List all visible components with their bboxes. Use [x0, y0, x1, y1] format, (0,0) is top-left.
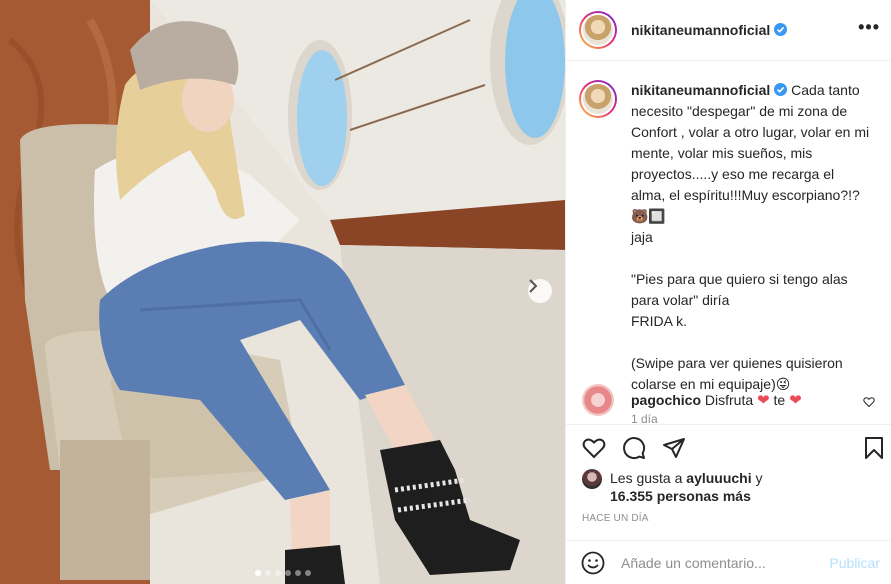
likes-text: Les gusta a ayluuuchi y 16.355 personas …	[610, 470, 763, 504]
post-date[interactable]: HACE UN DÍA	[582, 513, 649, 524]
heart-emoji-2: ❤	[789, 392, 802, 409]
comment-text-2: te	[773, 392, 786, 408]
instagram-post: nikitaneumannoficial ••• nikitaneumannof…	[0, 0, 891, 584]
comment-bubble-icon[interactable]	[622, 436, 646, 460]
bookmark-icon[interactable]	[862, 436, 886, 460]
chevron-right-icon	[529, 279, 538, 293]
heart-emoji: ❤	[757, 392, 770, 409]
carousel-dot	[304, 570, 311, 576]
verified-badge-icon	[774, 83, 788, 96]
verified-badge-icon	[774, 23, 788, 36]
post-actions: Les gusta a ayluuuchi y 16.355 personas …	[566, 424, 891, 524]
author-avatar[interactable]	[579, 11, 617, 49]
action-icons	[566, 425, 891, 469]
author-username[interactable]: nikitaneumannoficial	[631, 22, 788, 38]
post-photo[interactable]	[0, 0, 565, 584]
comment-item: pagochico Disfruta ❤ te ❤	[579, 384, 879, 416]
liker-avatar[interactable]	[582, 469, 602, 489]
post-header: nikitaneumannoficial •••	[566, 0, 891, 61]
caption-avatar[interactable]	[579, 80, 617, 118]
heart-icon[interactable]	[582, 436, 606, 460]
likes-count[interactable]: 16.355 personas más	[610, 488, 751, 504]
photo-image	[0, 0, 565, 584]
caption-username[interactable]: nikitaneumannoficial	[631, 82, 770, 98]
caption: nikitaneumannoficial Cada tanto necesito…	[579, 80, 879, 430]
smiley-icon[interactable]	[581, 551, 605, 575]
comment-text: Disfruta	[704, 392, 754, 408]
commenter-avatar[interactable]	[582, 384, 614, 416]
comments-section: nikitaneumannoficial Cada tanto necesito…	[566, 62, 891, 426]
commenter-username[interactable]: pagochico	[631, 392, 701, 408]
carousel-dot	[254, 570, 261, 576]
carousel-indicator	[0, 570, 565, 576]
more-options-button[interactable]: •••	[858, 17, 880, 38]
post-sidebar: nikitaneumannoficial ••• nikitaneumannof…	[565, 0, 891, 584]
first-liker[interactable]: ayluuuchi	[686, 470, 751, 486]
carousel-dot	[264, 570, 271, 576]
caption-text: Cada tanto necesito "despegar" de mi zon…	[631, 82, 870, 392]
comment-body: pagochico Disfruta ❤ te ❤	[631, 391, 802, 409]
publish-button[interactable]: Publicar	[829, 555, 880, 571]
carousel-dot	[284, 570, 291, 576]
comment-input[interactable]	[621, 554, 821, 571]
carousel-dot	[274, 570, 281, 576]
carousel-dot	[294, 570, 301, 576]
paper-plane-icon[interactable]	[662, 436, 686, 460]
add-comment-bar: Publicar	[566, 540, 891, 584]
next-photo-button[interactable]	[528, 279, 552, 303]
comment-like-heart-icon[interactable]	[863, 396, 875, 408]
caption-body: nikitaneumannoficial Cada tanto necesito…	[631, 80, 871, 430]
likes-summary: Les gusta a ayluuuchi y 16.355 personas …	[582, 469, 763, 505]
